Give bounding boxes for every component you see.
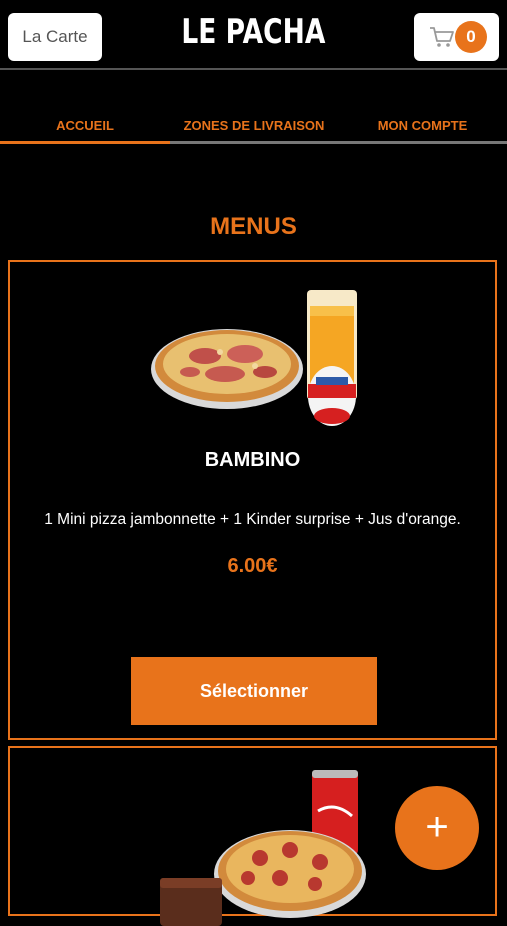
menu-price: 6.00€ [227,555,278,577]
header-divider [0,68,507,70]
select-menu-button[interactable]: Sélectionner [131,657,377,725]
tab-accueil[interactable]: ACCUEIL [0,113,170,144]
nav-tabs: ACCUEIL ZONES DE LIVRAISON MON COMPTE [0,113,507,144]
app-header: La Carte LE PACHA 0 [0,0,507,68]
pizza-icon [214,830,366,918]
cart-count-badge: 0 [455,21,487,53]
menu-image [160,770,366,926]
tab-mon-compte[interactable]: MON COMPTE [338,113,507,144]
menu-image [151,290,357,426]
cart-icon [430,27,454,47]
brownie-icon [160,878,222,926]
menu-name: BAMBINO [204,449,301,471]
cart-button[interactable]: 0 [414,13,499,61]
kinder-egg-icon [308,366,356,426]
logo: LE PACHA [181,12,326,52]
add-fab-button[interactable]: + [395,786,479,870]
pizza-icon [151,329,303,409]
menu-description: 1 Mini pizza jambonnette + 1 Kinder surp… [44,511,461,528]
menu-card: BAMBINO 1 Mini pizza jambonnette + 1 Kin… [8,260,497,740]
tab-zones-de-livraison[interactable]: ZONES DE LIVRAISON [170,113,338,144]
section-title: MENUS [210,213,297,240]
